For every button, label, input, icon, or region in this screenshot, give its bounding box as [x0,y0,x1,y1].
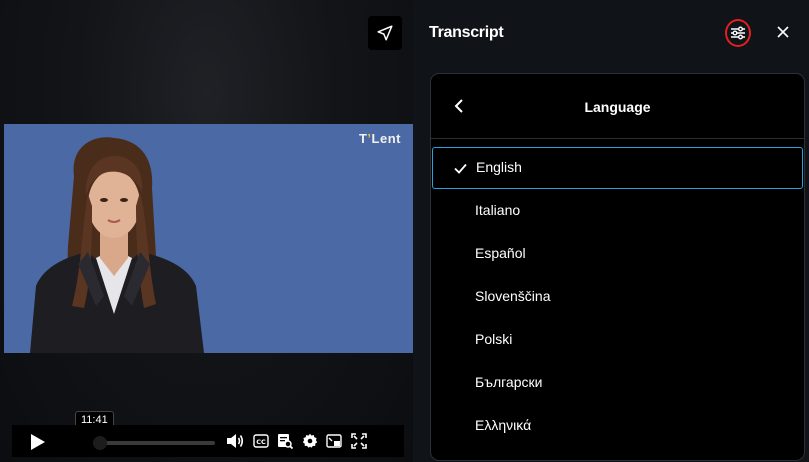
sliders-icon [731,26,745,40]
player-control-bar: CC [12,425,404,457]
language-option-slovenscina[interactable]: Slovenščina [431,275,804,318]
language-menu: Language English Italiano Español Sloven… [430,73,805,461]
language-option-label: Ελληνικά [475,417,532,433]
language-option-bulgarian[interactable]: Български [431,361,804,404]
transcript-settings-button[interactable] [725,19,751,47]
seek-bar[interactable] [95,441,215,445]
settings-gear-icon[interactable] [301,432,319,450]
language-option-label: English [476,159,522,175]
transcript-search-icon[interactable] [276,432,294,450]
brand-logo: T’Lent [358,131,401,146]
language-option-espanol[interactable]: Español [431,232,804,275]
share-arrow-icon [377,25,393,41]
transcript-title: Transcript [429,24,504,41]
checkmark-icon [454,163,467,174]
close-button[interactable] [773,22,793,42]
video-frame[interactable]: T’Lent [4,124,413,353]
language-option-english[interactable]: English [432,147,803,189]
share-button[interactable] [368,16,402,50]
transcript-panel: Transcript Language English Italiano Esp… [413,0,809,462]
play-icon[interactable] [30,433,46,451]
language-option-polski[interactable]: Polski [431,318,804,361]
language-menu-header: Language [431,74,804,139]
closed-captions-icon[interactable]: CC [252,432,270,450]
language-option-label: Español [475,245,526,261]
language-option-label: Български [475,374,543,390]
language-option-italiano[interactable]: Italiano [431,189,804,232]
transcript-header: Transcript [413,0,809,64]
volume-icon[interactable] [226,432,244,450]
picture-in-picture-icon[interactable] [325,432,343,450]
video-player: T’Lent 11:41 CC [0,0,413,462]
seek-handle[interactable] [93,436,107,450]
language-list: English Italiano Español Slovenščina Pol… [431,147,804,447]
language-option-label: Polski [475,331,513,347]
language-menu-title: Language [584,99,651,115]
presenter-image [30,137,204,353]
svg-text:CC: CC [256,438,266,446]
fullscreen-icon[interactable] [350,432,368,450]
close-icon [777,26,789,38]
language-option-label: Italiano [475,202,521,218]
language-option-label: Slovenščina [475,288,551,304]
language-option-greek[interactable]: Ελληνικά [431,404,804,447]
